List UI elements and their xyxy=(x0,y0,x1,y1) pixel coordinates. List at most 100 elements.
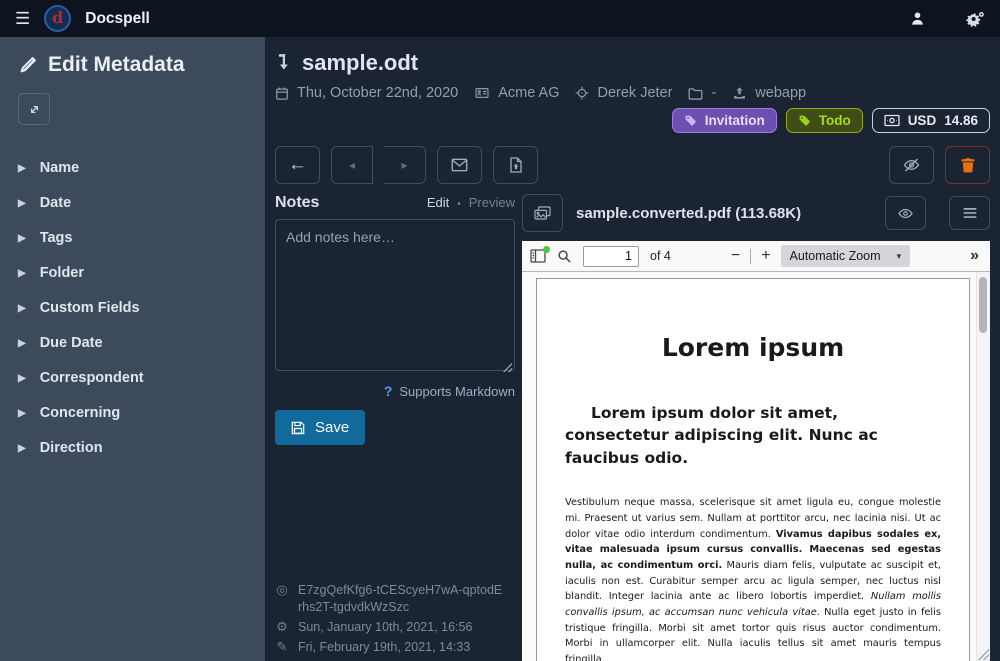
sidebar-item-concerning[interactable]: ▶ Concerning xyxy=(18,396,251,430)
pdf-scrollbar-thumb[interactable] xyxy=(979,277,987,333)
sidebar-item-label: Tags xyxy=(40,230,73,246)
pdf-zoom-in-button[interactable]: + xyxy=(761,248,770,264)
save-button[interactable]: Save xyxy=(275,410,365,445)
sidebar-item-tags[interactable]: ▶ Tags xyxy=(18,221,251,255)
sidebar-item-label: Due Date xyxy=(40,335,103,351)
caret-right-icon: ▶ xyxy=(18,233,26,244)
item-created-date: Sun, January 10th, 2021, 16:56 xyxy=(298,619,472,636)
user-icon[interactable] xyxy=(910,11,925,26)
custom-field-badge-usd[interactable]: USD 14.86 xyxy=(872,108,990,133)
pencil-small-icon: ✎ xyxy=(275,639,289,656)
chevron-down-icon: ▾ xyxy=(897,251,902,262)
pdf-zoom-out-button[interactable]: − xyxy=(731,248,740,264)
sidebar-item-label: Concerning xyxy=(40,405,121,421)
tag-badge-todo[interactable]: Todo xyxy=(786,108,863,133)
previous-item-button[interactable]: ◂ xyxy=(331,146,373,184)
docspell-logo[interactable]: d xyxy=(44,5,71,32)
delete-item-button[interactable] xyxy=(945,146,990,184)
item-updated-date: Fri, February 19th, 2021, 14:33 xyxy=(298,639,470,656)
money-bill-icon xyxy=(884,114,900,127)
pdf-doc-paragraph: Vestibulum neque massa, scelerisque sit … xyxy=(565,495,941,661)
caret-right-icon: ▶ xyxy=(18,303,26,314)
item-source: webapp xyxy=(732,85,806,101)
question-icon: ? xyxy=(384,383,393,399)
pencil-icon xyxy=(18,56,37,75)
sidebar-title: Edit Metadata xyxy=(48,53,185,77)
bullseye-icon: ◎ xyxy=(275,582,289,599)
hamburger-menu-icon[interactable]: ☰ xyxy=(15,9,30,29)
pdf-sidebar-badge xyxy=(543,246,550,253)
sidebar-item-label: Date xyxy=(40,195,71,211)
item-correspondent[interactable]: Acme AG xyxy=(474,85,559,101)
upload-icon xyxy=(732,86,747,100)
sidebar-item-direction[interactable]: ▶ Direction xyxy=(18,431,251,465)
pdf-doc-subtitle: Lorem ipsum dolor sit amet, consectetur … xyxy=(565,402,941,469)
crosshairs-icon xyxy=(575,86,589,100)
sidebar-item-name[interactable]: ▶ Name xyxy=(18,151,251,185)
address-card-icon xyxy=(474,86,490,100)
attachment-menu-bars-button[interactable] xyxy=(949,196,990,230)
sidebar-item-folder[interactable]: ▶ Folder xyxy=(18,256,251,290)
item-title: sample.odt xyxy=(302,50,418,76)
gear-icon: ⚙ xyxy=(275,619,289,636)
attachment-filename: sample.converted.pdf (113.68K) xyxy=(576,205,872,222)
item-meta-info: ◎ E7zgQefKfg6-tCEScyeH7wA-qptodErhs2T-tg… xyxy=(275,579,515,656)
tag-badge-invitation[interactable]: Invitation xyxy=(672,108,777,133)
pdf-viewer: of 4 − + Automatic Zoom ▾ » xyxy=(522,241,990,661)
pdfjs-toolbar: of 4 − + Automatic Zoom ▾ » xyxy=(522,241,990,272)
attachment-preview-button[interactable] xyxy=(522,194,563,232)
pdf-page-count: of 4 xyxy=(650,249,671,263)
caret-right-icon: ▶ xyxy=(18,268,26,279)
pdf-zoom-select[interactable]: Automatic Zoom ▾ xyxy=(781,245,911,267)
edit-metadata-sidebar: Edit Metadata ▶Name▶Date▶Tags▶Folder▶Cus… xyxy=(0,37,265,661)
tag-icon xyxy=(798,114,811,127)
sidebar-item-custom-fields[interactable]: ▶Custom Fields xyxy=(18,291,251,325)
caret-right-icon: ▶ xyxy=(18,408,26,419)
item-date[interactable]: Thu, October 22nd, 2020 xyxy=(275,85,458,101)
caret-right-icon: ▶ xyxy=(18,443,26,454)
expand-sidebar-button[interactable] xyxy=(18,93,50,125)
hide-sidebar-eye-slash-button[interactable] xyxy=(889,146,934,184)
folder-icon xyxy=(688,87,703,100)
pdf-search-icon[interactable] xyxy=(557,249,572,264)
supports-markdown-link[interactable]: ? Supports Markdown xyxy=(384,383,515,399)
send-mail-button[interactable] xyxy=(437,146,482,184)
attachment-view-eye-button[interactable] xyxy=(885,196,926,230)
pdf-page: Lorem ipsum Lorem ipsum dolor sit amet, … xyxy=(536,278,970,661)
item-detail-main: sample.odt Thu, October 22nd, 2020 Acme … xyxy=(265,37,1000,661)
item-id: E7zgQefKfg6-tCEScyeH7wA-qptodErhs2T-tgdv… xyxy=(298,582,503,616)
back-button[interactable]: ← xyxy=(275,146,320,184)
notes-panel: Notes Edit • Preview ? Supports Markdown xyxy=(275,194,515,661)
notes-heading: Notes xyxy=(275,194,319,212)
caret-right-icon: ▶ xyxy=(18,163,26,174)
pdf-sidebar-toggle-icon[interactable] xyxy=(530,249,546,263)
caret-right-icon: ▶ xyxy=(18,373,26,384)
settings-gears-icon[interactable] xyxy=(965,11,985,27)
pdf-doc-title: Lorem ipsum xyxy=(565,333,941,362)
sidebar-item-label: Name xyxy=(40,160,80,176)
tag-icon xyxy=(684,114,697,127)
pdf-page-number-input[interactable] xyxy=(583,246,639,267)
sidebar-item-correspondent[interactable]: ▶Correspondent xyxy=(18,361,251,395)
sidebar-item-date[interactable]: ▶Date xyxy=(18,186,251,220)
metadata-section-list: ▶Name▶Date▶Tags▶Folder▶Custom Fields▶Due… xyxy=(18,151,251,465)
notes-textarea[interactable] xyxy=(275,219,515,371)
notes-preview-link[interactable]: Preview xyxy=(469,195,515,210)
attachment-panel: sample.converted.pdf (113.68K) xyxy=(522,194,990,661)
app-title: Docspell xyxy=(85,10,150,28)
sidebar-item-label: Direction xyxy=(40,440,103,456)
item-concerning-person[interactable]: Derek Jeter xyxy=(575,85,672,101)
sidebar-item-due-date[interactable]: ▶ Due Date xyxy=(18,326,251,360)
top-navbar: ☰ d Docspell xyxy=(0,0,1000,37)
pdf-canvas-area: Lorem ipsum Lorem ipsum dolor sit amet, … xyxy=(522,272,990,661)
add-files-button[interactable] xyxy=(493,146,538,184)
pdf-toolbar-more-button[interactable]: » xyxy=(970,247,982,265)
calendar-icon xyxy=(275,86,289,101)
caret-right-icon: ▶ xyxy=(18,338,26,349)
notes-edit-link[interactable]: Edit xyxy=(427,195,449,210)
sidebar-item-label: Folder xyxy=(40,265,84,281)
floppy-icon xyxy=(291,421,305,435)
item-folder[interactable]: - xyxy=(688,85,716,101)
direction-incoming-icon xyxy=(275,53,291,73)
next-item-button[interactable]: ▸ xyxy=(384,146,426,184)
